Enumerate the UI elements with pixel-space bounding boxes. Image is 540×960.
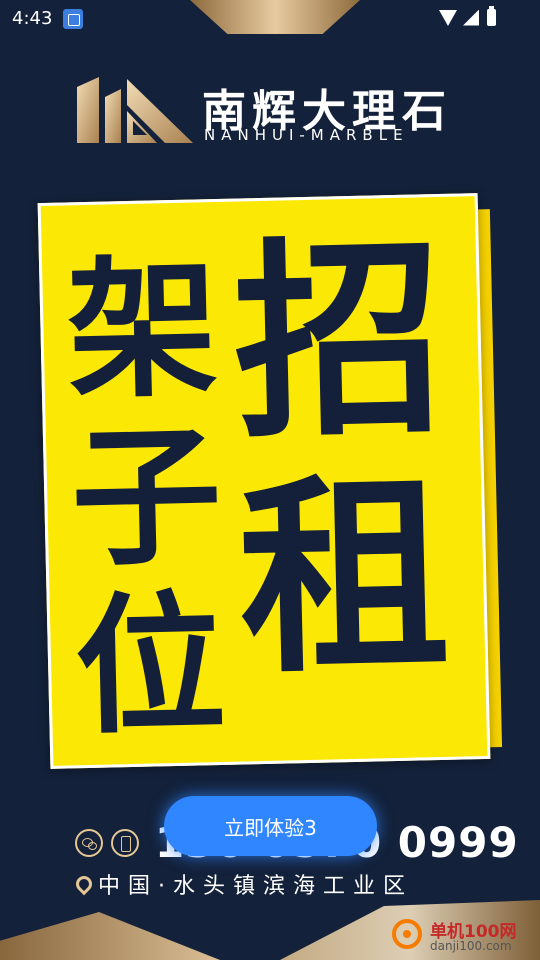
brand-logo-icon (77, 77, 193, 143)
headline-char: 位 (73, 577, 228, 756)
headline-char: 租 (236, 452, 452, 703)
poster-panel: 架 子 位 招 租 (37, 193, 491, 769)
splash-screen: 4:43 南辉大理石 NANHUI-MARBLE 架 子 位 招 租 0999 … (0, 0, 540, 960)
headline-char: 子 (69, 409, 224, 588)
status-bar: 4:43 (0, 0, 540, 36)
wifi-icon (439, 9, 457, 26)
gold-ribbon-bottom-left (0, 912, 220, 960)
try-now-button[interactable]: 立即体验3 (164, 796, 377, 856)
headline-left-column: 架 子 位 (65, 242, 228, 761)
app-notification-icon (63, 9, 83, 29)
status-time: 4:43 (12, 8, 53, 29)
battery-icon (487, 6, 496, 26)
address-row: 中国·水头镇滨海工业区 (72, 868, 413, 900)
status-icons (439, 6, 496, 26)
headline-right-column: 招 租 (231, 216, 453, 712)
wechat-icon (75, 828, 103, 857)
watermark-logo-icon (392, 919, 422, 949)
signal-icon (463, 9, 479, 26)
headline-char: 架 (65, 242, 220, 420)
location-pin-icon (72, 872, 96, 896)
brand-name-english: NANHUI-MARBLE (204, 126, 409, 144)
headline-char: 招 (231, 216, 447, 467)
watermark: 单机100网 danji100.com (388, 915, 540, 960)
address-text: 中国·水头镇滨海工业区 (98, 874, 413, 899)
phone-icon (111, 828, 139, 857)
watermark-url: danji100.com (430, 939, 512, 953)
